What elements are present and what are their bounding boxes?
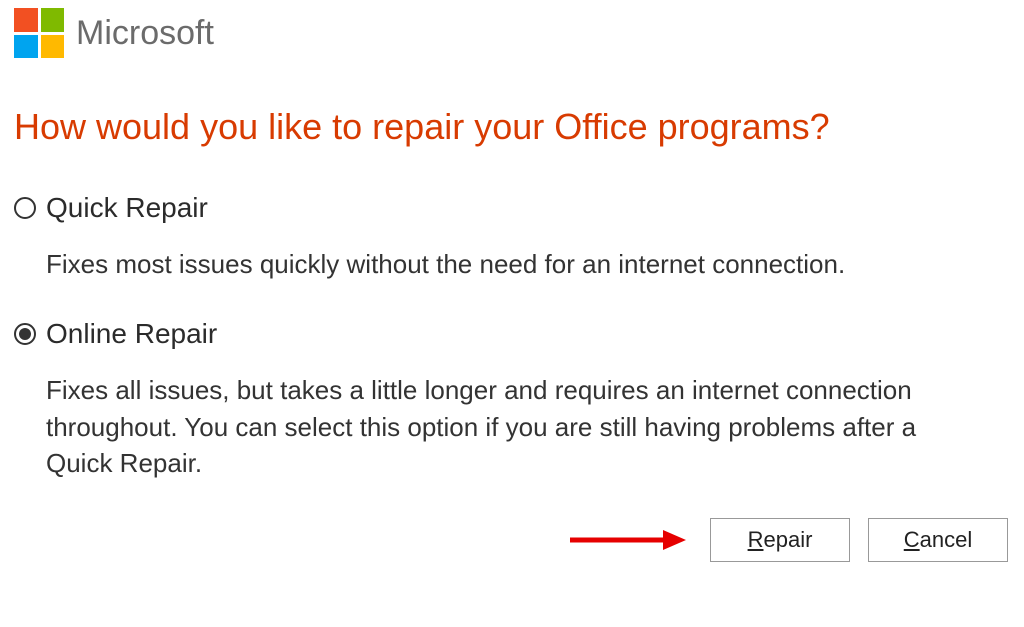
option-quick-repair-description: Fixes most issues quickly without the ne… (46, 246, 986, 282)
repair-button[interactable]: Repair (710, 518, 850, 562)
arrow-right-icon (568, 525, 688, 555)
option-quick-repair-header[interactable]: Quick Repair (14, 192, 1010, 224)
option-online-repair-header[interactable]: Online Repair (14, 318, 1010, 350)
option-quick-repair: Quick Repair Fixes most issues quickly w… (14, 192, 1010, 282)
page-title: How would you like to repair your Office… (14, 106, 1010, 148)
radio-quick-repair[interactable] (14, 197, 36, 219)
header: Microsoft (14, 8, 1010, 58)
option-quick-repair-label: Quick Repair (46, 192, 208, 224)
option-online-repair-label: Online Repair (46, 318, 217, 350)
option-online-repair-description: Fixes all issues, but takes a little lon… (46, 372, 986, 481)
brand-name: Microsoft (76, 14, 214, 53)
button-row: Repair Cancel (14, 518, 1010, 562)
microsoft-logo-icon (14, 8, 64, 58)
cancel-button[interactable]: Cancel (868, 518, 1008, 562)
option-online-repair: Online Repair Fixes all issues, but take… (14, 318, 1010, 481)
radio-online-repair[interactable] (14, 323, 36, 345)
